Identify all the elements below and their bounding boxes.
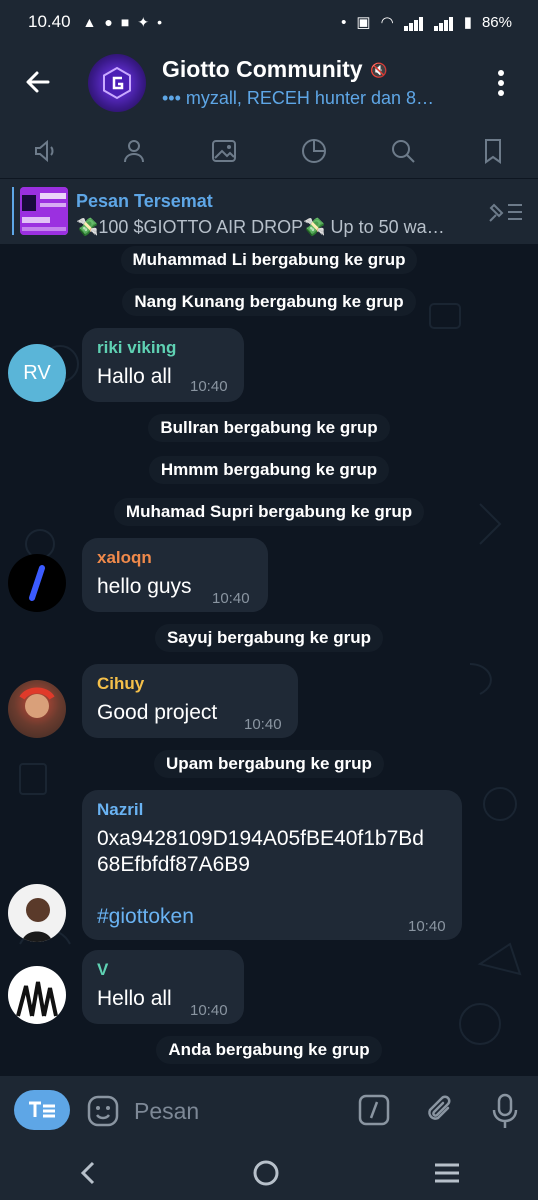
nav-home-icon[interactable] <box>251 1158 281 1188</box>
signal-icon <box>403 14 424 31</box>
text-format-button[interactable] <box>14 1090 70 1130</box>
vibrate-icon: ▣ <box>356 14 371 31</box>
message-time: 10:40 <box>190 378 228 395</box>
message-bubble[interactable]: V Hello all 10:40 <box>82 950 244 1024</box>
sender-name: riki viking <box>97 338 177 357</box>
pinned-thumbnail <box>20 187 68 235</box>
airdrop-banner-icon <box>20 187 68 235</box>
pin-list-icon[interactable] <box>486 199 524 225</box>
hashtag-link[interactable]: #giottoken <box>97 904 194 930</box>
bookmark-icon[interactable] <box>478 136 508 166</box>
system-message: Bullran bergabung ke grup <box>0 414 538 442</box>
sender-name: Nazril <box>97 800 144 819</box>
status-bar: 10.40 ▲ ● ■ ✦ • • ▣ ◠ ▮ 86% <box>0 0 538 44</box>
avatar[interactable] <box>8 884 66 942</box>
message-text: Good project <box>97 701 218 724</box>
message-text: Hallo all <box>97 365 172 388</box>
text-format-icon <box>29 1101 55 1118</box>
sender-name: xaloqn <box>97 548 152 567</box>
system-navigation-bar <box>0 1146 538 1200</box>
voice-chat-icon[interactable] <box>30 136 60 166</box>
message-bubble[interactable]: Nazril 0xa9428109D194A05fBE40f1b7Bd 68Ef… <box>82 790 462 940</box>
signal-icon-2 <box>433 14 454 31</box>
sender-name: Cihuy <box>97 674 145 693</box>
avatar[interactable] <box>8 966 66 1024</box>
message-time: 10:40 <box>244 716 282 733</box>
pinned-message[interactable]: Pesan Tersemat 💸100 $GIOTTO AIR DROP💸 Up… <box>0 178 538 245</box>
attach-icon[interactable] <box>424 1092 456 1128</box>
dot-icon: • <box>157 14 162 30</box>
sticker-emoji-icon[interactable] <box>86 1094 120 1128</box>
twitter-icon: ✦ <box>137 13 150 30</box>
group-avatar[interactable] <box>88 54 146 112</box>
circle-icon: ● <box>104 14 113 30</box>
statistics-icon[interactable] <box>299 136 329 166</box>
system-message: Sayuj bergabung ke grup <box>0 624 538 652</box>
bag-icon: ■ <box>120 14 130 30</box>
message-input[interactable]: Pesan <box>134 1098 199 1125</box>
message-bubble[interactable]: riki viking Hallo all 10:40 <box>82 328 244 402</box>
members-icon[interactable] <box>119 136 149 166</box>
clock: 10.40 <box>28 12 71 31</box>
system-message: Upam bergabung ke grup <box>0 750 538 778</box>
system-message: Anda bergabung ke grup <box>0 1036 538 1064</box>
message-text-line: 0xa9428109D194A05fBE40f1b7Bd <box>97 827 424 850</box>
header-actions <box>0 124 538 178</box>
more-options-icon[interactable] <box>496 68 506 98</box>
chat-background-pattern <box>19 303 522 1045</box>
message-bubble[interactable]: Cihuy Good project 10:40 <box>82 664 298 738</box>
system-message: Nang Kunang bergabung ke grup <box>0 288 538 316</box>
message-text-line: 68Efbfdf87A6B9 <box>97 853 250 876</box>
battery-icon: ▮ <box>463 14 472 31</box>
avatar[interactable] <box>8 554 66 612</box>
message-text: hello guys <box>97 575 192 598</box>
profile-photo-icon <box>22 898 52 942</box>
pinned-indicator <box>12 187 14 235</box>
muted-icon: 🔇 <box>370 62 388 78</box>
system-message: Muhammad Li bergabung ke grup <box>0 246 538 274</box>
message-text: Hello all <box>97 987 172 1010</box>
nav-recents-icon[interactable] <box>432 1160 462 1186</box>
message-input-bar: Pesan <box>0 1076 538 1146</box>
back-arrow-icon[interactable] <box>22 66 54 98</box>
message-list[interactable]: Muhammad Li bergabung ke grup Nang Kunan… <box>0 244 538 1076</box>
avatar[interactable]: RV <box>8 344 66 402</box>
typing-status: ••• myzall, RECEH hunter dan 8… <box>162 88 435 108</box>
sender-name: V <box>97 960 109 979</box>
pinned-text: 💸100 $GIOTTO AIR DROP💸 Up to 50 wa… <box>76 217 445 237</box>
notification-icon: ▲ <box>82 14 97 30</box>
nav-back-icon[interactable] <box>76 1159 100 1187</box>
dot-icon: • <box>341 13 347 31</box>
media-icon[interactable] <box>209 136 239 166</box>
bot-commands-icon[interactable] <box>358 1094 390 1126</box>
wifi-icon: ◠ <box>380 14 394 31</box>
microphone-icon[interactable] <box>490 1092 520 1130</box>
chat-header: Giotto Community 🔇 ••• myzall, RECEH hun… <box>0 44 538 124</box>
message-time: 10:40 <box>190 1002 228 1019</box>
message-time: 10:40 <box>408 918 446 935</box>
giotto-logo-icon <box>103 66 131 100</box>
profile-photo-icon <box>16 981 58 1017</box>
group-title[interactable]: Giotto Community <box>162 56 363 83</box>
profile-photo-icon <box>19 687 55 718</box>
system-message: Muhamad Supri bergabung ke grup <box>0 498 538 526</box>
slash-logo-icon <box>29 565 45 601</box>
search-icon[interactable] <box>388 136 418 166</box>
pinned-title: Pesan Tersemat <box>76 191 213 211</box>
battery-level: 86% <box>481 13 512 31</box>
system-message: Hmmm bergabung ke grup <box>0 456 538 484</box>
avatar[interactable] <box>8 680 66 738</box>
message-time: 10:40 <box>212 590 250 607</box>
message-bubble[interactable]: xaloqn hello guys 10:40 <box>82 538 268 612</box>
